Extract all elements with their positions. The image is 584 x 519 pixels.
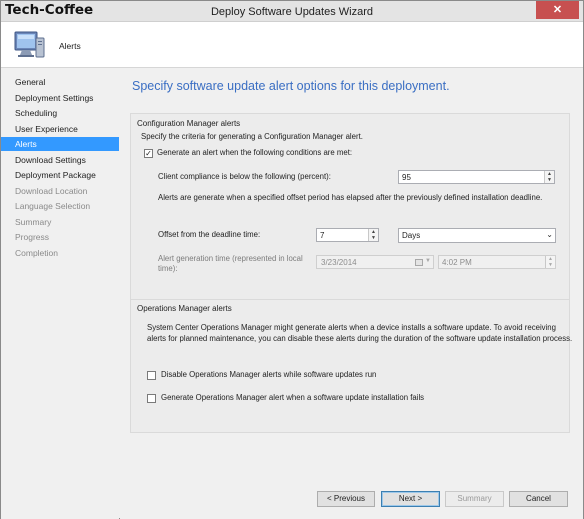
- chevron-down-icon: ▼: [425, 258, 431, 264]
- ops-manager-group-title: Operations Manager alerts: [137, 304, 232, 313]
- gen-time-spin-buttons: ▲ ▼: [545, 256, 555, 268]
- gen-time-label-line2: time):: [158, 264, 178, 273]
- compliance-spinbox[interactable]: 95 ▲ ▼: [398, 170, 555, 184]
- wizard-nav: General Deployment Settings Scheduling U…: [1, 69, 119, 519]
- generate-om-fail-alert-checkbox[interactable]: [147, 394, 156, 403]
- nav-item-download-settings[interactable]: Download Settings: [1, 153, 119, 167]
- content-pane: Specify software update alert options fo…: [120, 69, 583, 487]
- header-title: Alerts: [59, 41, 81, 51]
- gen-date-picker: 3/23/2014 ▼: [316, 255, 434, 269]
- next-button[interactable]: Next >: [381, 491, 440, 507]
- nav-item-scheduling[interactable]: Scheduling: [1, 106, 119, 120]
- nav-item-general[interactable]: General: [1, 75, 119, 89]
- generate-alert-label: Generate an alert when the following con…: [157, 148, 353, 157]
- wizard-footer: < Previous Next > Summary Cancel: [120, 487, 583, 519]
- nav-item-user-experience[interactable]: User Experience: [1, 122, 119, 136]
- spin-down-icon: ▼: [548, 262, 553, 268]
- disable-om-alerts-label: Disable Operations Manager alerts while …: [161, 370, 377, 379]
- nav-item-deployment-package[interactable]: Deployment Package: [1, 168, 119, 182]
- generate-om-fail-alert-label: Generate Operations Manager alert when a…: [161, 393, 425, 402]
- wizard-window: Tech-Coffee Deploy Software Updates Wiza…: [0, 0, 584, 519]
- close-icon: ✕: [552, 4, 563, 16]
- compliance-spin-buttons[interactable]: ▲ ▼: [544, 171, 554, 183]
- cancel-button[interactable]: Cancel: [509, 491, 568, 507]
- gen-time-value: 4:02 PM: [442, 258, 472, 267]
- previous-button[interactable]: < Previous: [317, 491, 375, 507]
- title-bar: Tech-Coffee Deploy Software Updates Wiza…: [1, 1, 583, 22]
- generate-alert-checkbox[interactable]: ✓: [144, 149, 153, 158]
- nav-item-language-selection: Language Selection: [15, 201, 91, 211]
- offset-unit-value: Days: [402, 231, 421, 240]
- gen-date-value: 3/23/2014: [321, 258, 357, 267]
- nav-item-progress: Progress: [15, 232, 50, 242]
- cm-intro-text: Specify the criteria for generating a Co…: [141, 132, 363, 141]
- gen-time-spinbox: 4:02 PM ▲ ▼: [438, 255, 556, 269]
- offset-spinbox[interactable]: 7 ▲ ▼: [316, 228, 379, 242]
- offset-spin-buttons[interactable]: ▲ ▼: [368, 229, 378, 241]
- close-button[interactable]: ✕: [536, 1, 579, 19]
- nav-item-download-location: Download Location: [15, 186, 88, 196]
- om-info-line1: System Center Operations Manager might g…: [147, 323, 556, 332]
- disable-om-alerts-checkbox[interactable]: [147, 371, 156, 380]
- wizard-header: Alerts: [1, 22, 583, 68]
- offset-value: 7: [320, 231, 325, 240]
- nav-item-deployment-settings[interactable]: Deployment Settings: [1, 91, 119, 105]
- calendar-icon: [415, 259, 423, 266]
- nav-item-alerts[interactable]: Alerts: [1, 137, 119, 151]
- offset-info-text: Alerts are generate when a specified off…: [158, 193, 543, 202]
- gen-time-label-line1: Alert generation time (represented in lo…: [158, 254, 303, 263]
- computer-monitor-icon: [14, 31, 45, 58]
- nav-item-completion: Completion: [15, 248, 58, 258]
- compliance-label: Client compliance is below the following…: [158, 172, 331, 181]
- summary-button: Summary: [445, 491, 504, 507]
- spin-down-icon[interactable]: ▼: [545, 177, 554, 183]
- om-info-line2: alerts for planned maintenance, you can …: [147, 334, 573, 343]
- compliance-value: 95: [402, 173, 411, 182]
- config-manager-group-title: Configuration Manager alerts: [137, 119, 241, 128]
- offset-unit-dropdown[interactable]: Days ⌄: [398, 228, 556, 243]
- ops-manager-group: [130, 299, 570, 433]
- chevron-down-icon: ⌄: [546, 230, 553, 239]
- offset-label: Offset from the deadline time:: [158, 230, 261, 239]
- page-heading: Specify software update alert options fo…: [132, 79, 450, 93]
- spin-down-icon[interactable]: ▼: [369, 235, 378, 241]
- nav-item-summary: Summary: [15, 217, 52, 227]
- window-title: Deploy Software Updates Wizard: [210, 6, 373, 18]
- checkmark-icon: ✓: [145, 149, 152, 158]
